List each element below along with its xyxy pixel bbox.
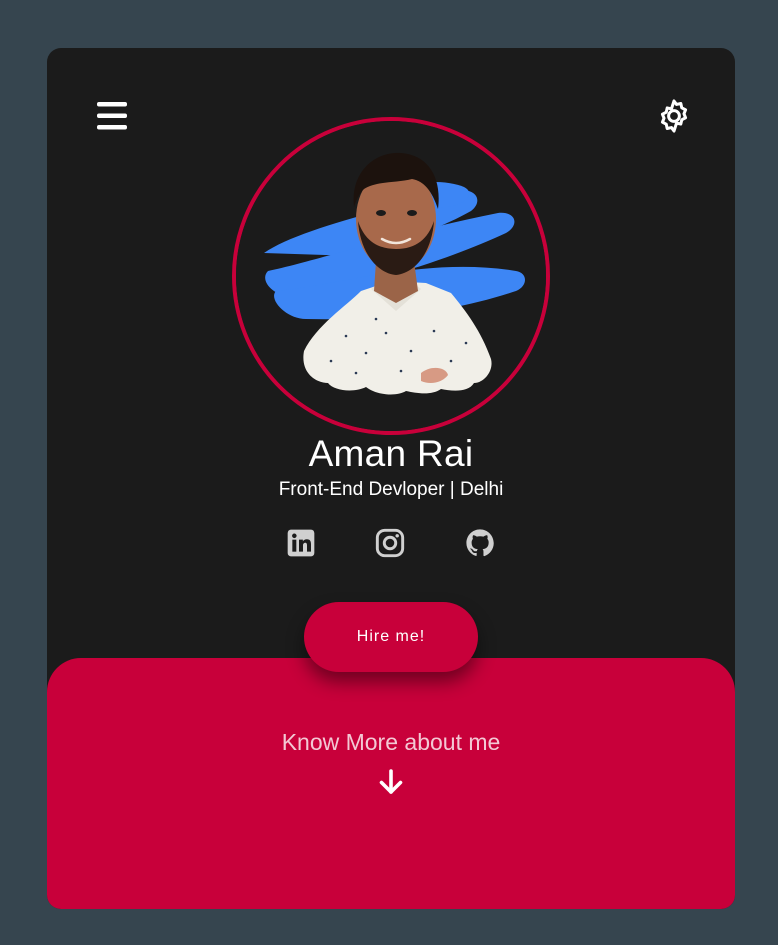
github-icon xyxy=(466,529,494,557)
linkedin-icon xyxy=(287,529,315,557)
linkedin-link[interactable] xyxy=(285,527,317,559)
profile-photo xyxy=(236,121,546,431)
avatar xyxy=(232,117,550,435)
instagram-link[interactable] xyxy=(374,527,406,559)
hamburger-menu-icon xyxy=(97,102,127,130)
profile-card: Aman Rai Front-End Devloper | Delhi Hire… xyxy=(47,48,735,909)
github-link[interactable] xyxy=(464,527,496,559)
profile-role: Front-End Devloper | Delhi xyxy=(278,479,504,500)
hire-me-button[interactable]: Hire me! xyxy=(304,602,478,672)
profile-name: Aman Rai xyxy=(308,433,474,474)
instagram-icon xyxy=(375,528,405,558)
gear-icon xyxy=(660,99,688,133)
settings-button[interactable] xyxy=(655,97,693,135)
social-links xyxy=(47,527,735,561)
know-more-link[interactable]: Know More about me xyxy=(47,728,735,756)
arrow-down-icon xyxy=(379,769,403,794)
menu-button[interactable] xyxy=(93,98,131,134)
scroll-down-button[interactable] xyxy=(378,768,404,796)
